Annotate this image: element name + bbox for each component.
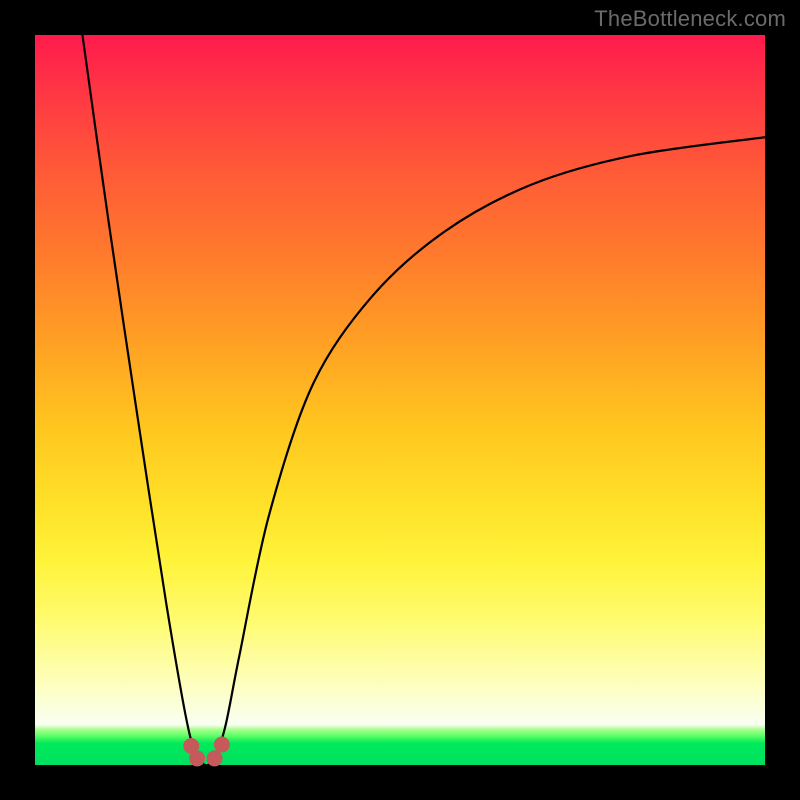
min-marker-1 <box>189 750 205 766</box>
min-marker-3 <box>214 737 230 753</box>
bottleneck-curve <box>35 35 765 765</box>
plot-area <box>35 35 765 765</box>
curve-path <box>82 35 765 765</box>
min-marker-2 <box>207 750 223 766</box>
watermark-text: TheBottleneck.com <box>594 6 786 32</box>
chart-frame: TheBottleneck.com <box>0 0 800 800</box>
